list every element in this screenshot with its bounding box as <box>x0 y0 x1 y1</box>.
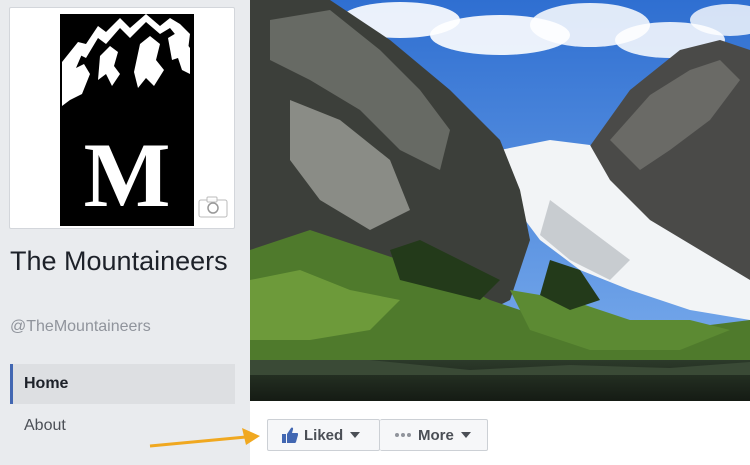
profile-picture-frame[interactable]: M <box>9 7 235 229</box>
cover-photo-image <box>250 0 750 401</box>
chevron-down-icon <box>350 432 361 438</box>
liked-label: Liked <box>304 426 344 444</box>
chevron-down-icon <box>460 432 471 438</box>
mountaineers-logo: M <box>60 14 194 226</box>
camera-icon[interactable] <box>198 196 228 218</box>
cover-photo[interactable] <box>250 0 750 401</box>
page-action-bar: Liked More <box>250 401 750 465</box>
page-title[interactable]: The Mountaineers <box>10 246 240 277</box>
left-column: M The Mountaineers @TheMountaineers Home… <box>0 0 250 465</box>
nav-item-home[interactable]: Home <box>10 364 235 404</box>
more-button[interactable]: More <box>380 419 488 451</box>
thumbs-up-icon <box>282 427 298 443</box>
facebook-page: M The Mountaineers @TheMountaineers Home… <box>0 0 750 465</box>
arrow-annotation-icon <box>149 428 260 448</box>
page-username[interactable]: @TheMountaineers <box>10 318 151 336</box>
liked-button[interactable]: Liked <box>267 419 380 451</box>
ellipsis-icon <box>395 433 411 437</box>
logo-letter: M <box>84 124 171 226</box>
more-label: More <box>418 426 454 444</box>
